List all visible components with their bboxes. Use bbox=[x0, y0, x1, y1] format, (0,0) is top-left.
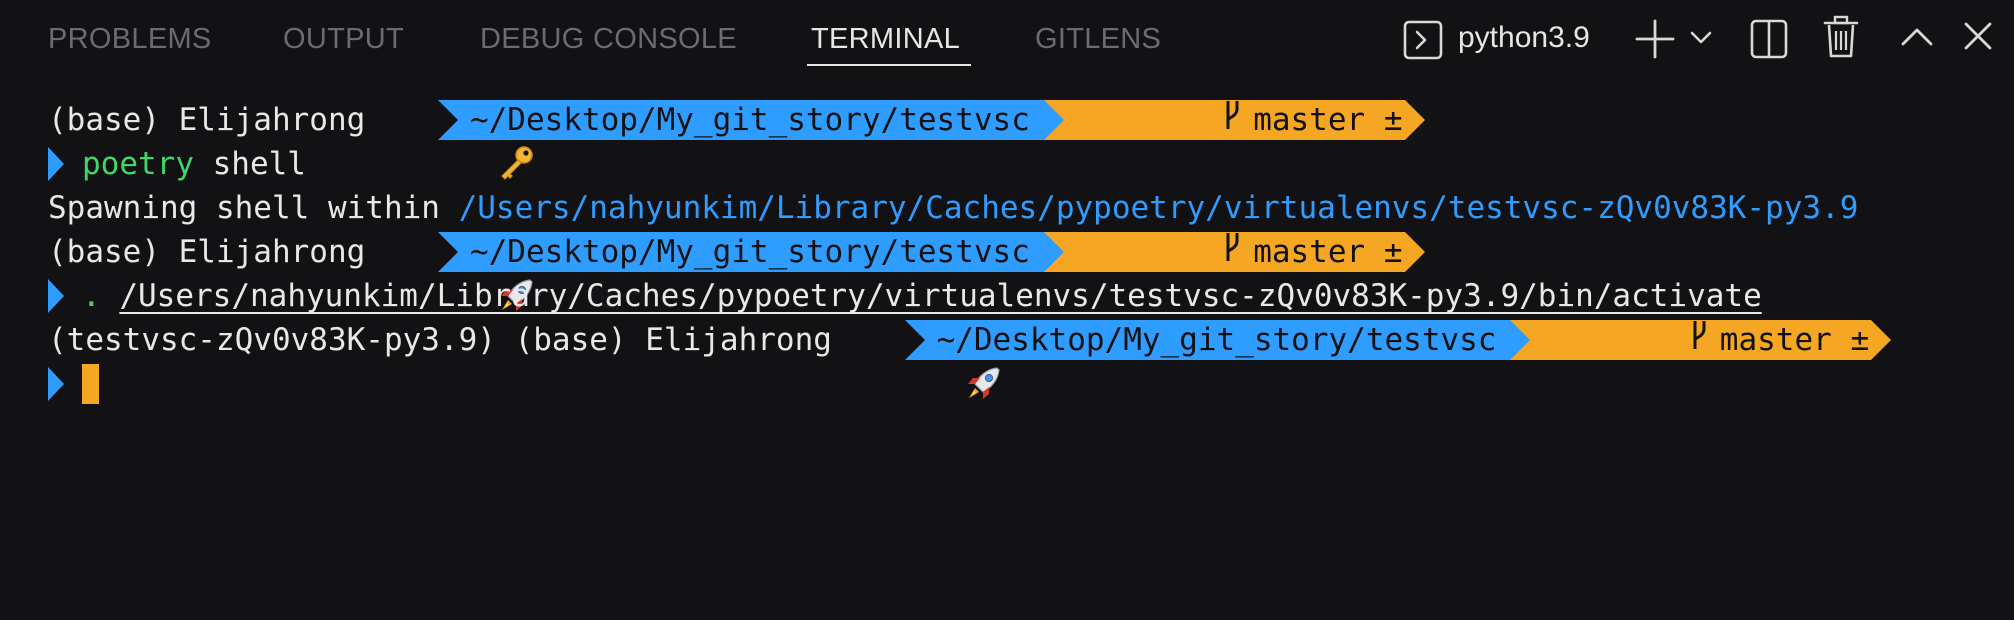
tab-gitlens[interactable]: GITLENS bbox=[1035, 21, 1161, 57]
active-tab-indicator bbox=[807, 64, 971, 66]
prompt-line: (base) Elijahrong ~/Desktop/My_git_story… bbox=[48, 98, 1988, 180]
git-branch-name: master ± bbox=[1253, 102, 1403, 138]
command-line: poetry shell bbox=[48, 142, 1988, 186]
output-line: Spawning shell within /Users/nahyunkim/L… bbox=[48, 186, 1988, 230]
close-icon[interactable] bbox=[1963, 21, 1993, 51]
prompt-git-segment: master ± bbox=[1510, 320, 1891, 360]
trash-icon[interactable] bbox=[1823, 15, 1859, 59]
username: Elijahrong bbox=[626, 322, 851, 358]
username: Elijahrong bbox=[159, 102, 384, 138]
panel-tab-bar: PROBLEMS OUTPUT DEBUG CONSOLE TERMINAL G… bbox=[0, 0, 2014, 80]
chevron-up-icon[interactable] bbox=[1900, 26, 1934, 48]
terminal-icon[interactable] bbox=[1403, 20, 1443, 60]
command-name: . bbox=[82, 278, 101, 314]
prompt-arrow-icon bbox=[48, 279, 64, 313]
git-branch-icon bbox=[1074, 59, 1241, 181]
tab-problems[interactable]: PROBLEMS bbox=[48, 21, 212, 57]
output-text: Spawning shell within bbox=[48, 190, 459, 226]
command-name: poetry bbox=[82, 146, 194, 182]
tab-terminal[interactable]: TERMINAL bbox=[811, 21, 960, 57]
command-args: shell bbox=[193, 146, 306, 182]
prompt-line: (testvsc-zQv0v83K-py3.9) (base) Elijahro… bbox=[48, 318, 1988, 399]
tab-debug-console[interactable]: DEBUG CONSOLE bbox=[480, 21, 737, 57]
venv-name: (testvsc-zQv0v83K-py3.9) bbox=[48, 322, 496, 358]
conda-env: (base) bbox=[495, 322, 627, 358]
rocket-emoji bbox=[851, 320, 1000, 399]
prompt-git-segment: master ± bbox=[1043, 232, 1425, 272]
key-emoji bbox=[384, 100, 533, 180]
command-path[interactable]: /Users/nahyunkim/Library/Caches/pypoetry… bbox=[119, 274, 1761, 318]
prompt-arrow-icon bbox=[48, 147, 64, 181]
git-branch-name: master ± bbox=[1719, 322, 1870, 358]
tab-output[interactable]: OUTPUT bbox=[283, 21, 404, 57]
rocket-emoji bbox=[384, 232, 533, 311]
plus-icon[interactable] bbox=[1634, 18, 1676, 60]
shell-name-label[interactable]: python3.9 bbox=[1458, 19, 1590, 57]
prompt-directory-segment: ~/Desktop/My_git_story/testvsc bbox=[904, 320, 1511, 360]
username: Elijahrong bbox=[159, 234, 384, 270]
split-icon[interactable] bbox=[1750, 18, 1788, 60]
conda-env: (base) bbox=[48, 102, 160, 138]
git-branch-icon bbox=[1074, 191, 1241, 313]
chevron-down-icon[interactable] bbox=[1690, 30, 1712, 46]
prompt-arrow-icon bbox=[48, 367, 64, 401]
terminal-output[interactable]: (base) Elijahrong ~/Desktop/My_git_story… bbox=[48, 98, 1988, 406]
prompt-line: (base) Elijahrong ~/Desktop/My_git_story… bbox=[48, 230, 1988, 311]
git-branch-icon bbox=[1540, 279, 1707, 401]
terminal-cursor[interactable] bbox=[82, 364, 99, 404]
prompt-git-segment: master ± bbox=[1043, 100, 1425, 140]
conda-env: (base) bbox=[48, 234, 160, 270]
git-branch-name: master ± bbox=[1253, 234, 1403, 270]
prompt-directory-segment: ~/Desktop/My_git_story/testvsc bbox=[437, 232, 1044, 272]
prompt-directory-segment: ~/Desktop/My_git_story/testvsc bbox=[437, 100, 1044, 140]
